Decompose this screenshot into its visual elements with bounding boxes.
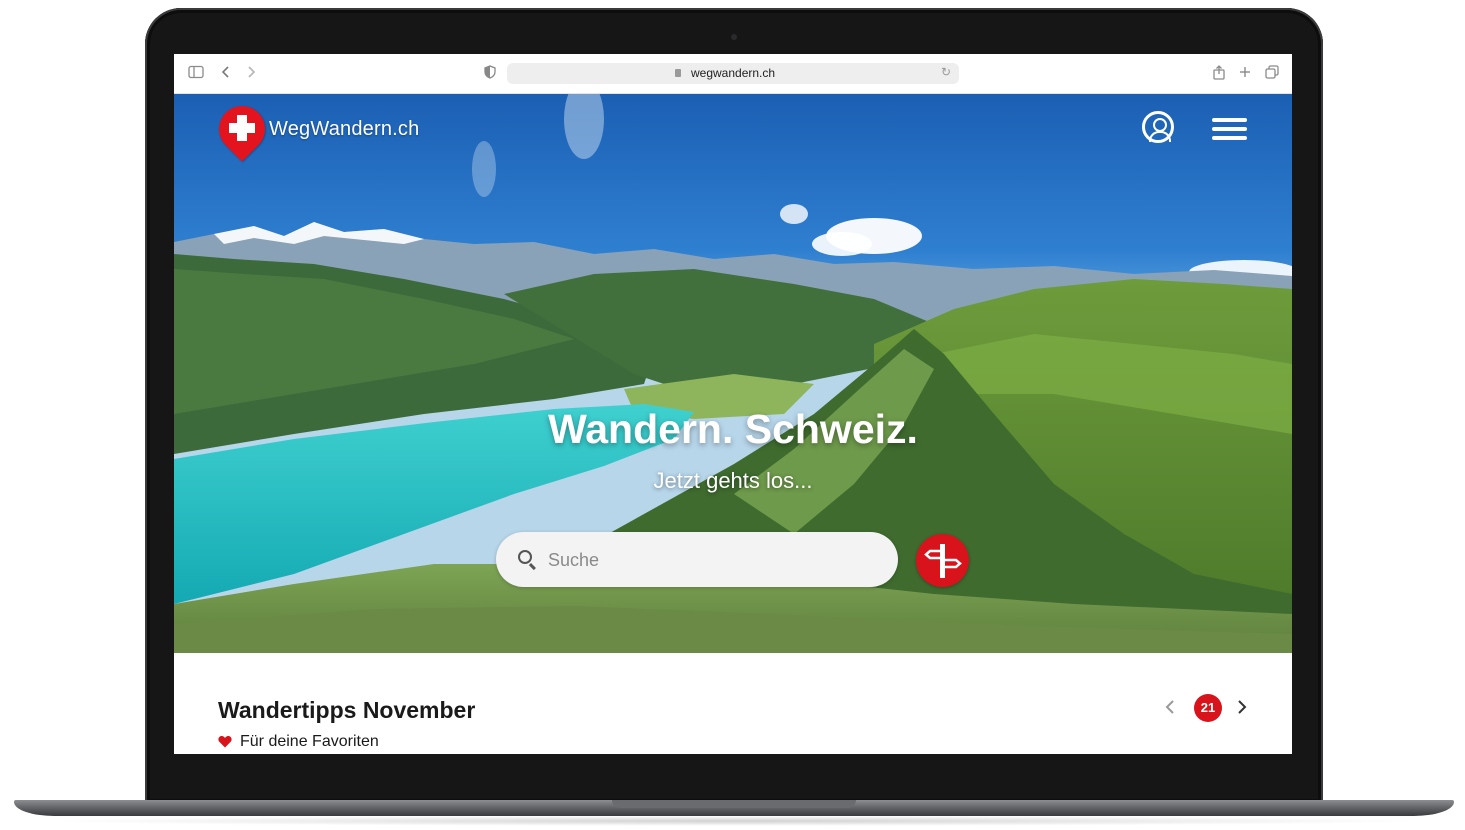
user-icon-head [1153, 118, 1167, 132]
new-tab-icon[interactable] [1239, 65, 1251, 81]
signpost-icon[interactable] [916, 534, 969, 587]
search-input[interactable] [546, 546, 880, 574]
user-icon[interactable] [1142, 111, 1174, 143]
share-icon[interactable] [1213, 65, 1225, 83]
site-logo[interactable]: WegWandern.ch [209, 96, 439, 168]
search-icon [518, 550, 532, 564]
forward-icon[interactable] [246, 65, 256, 82]
chevron-right-icon[interactable] [1236, 696, 1248, 722]
heart-icon [218, 735, 232, 749]
menu-line [1212, 127, 1247, 131]
section-subtitle: Für deine Favoriten [240, 733, 379, 750]
swiss-cross [226, 112, 258, 144]
chevron-left-icon[interactable] [1164, 696, 1176, 722]
shield-icon[interactable] [484, 65, 496, 82]
tabs-icon[interactable] [1265, 65, 1279, 82]
url-text: wegwandern.ch [691, 66, 776, 80]
section-subtitle-row: Für deine Favoriten [218, 733, 379, 751]
address-bar[interactable]: wegwandern.ch ↻ [507, 63, 959, 84]
hero-banner: WegWandern.ch Wandern. Schweiz. Jetzt ge… [174, 94, 1292, 653]
back-icon[interactable] [221, 65, 231, 82]
logo-text: WegWandern.ch [269, 118, 420, 140]
menu-line [1212, 136, 1247, 140]
laptop-screen: wegwandern.ch ↻ WegWandern.ch Wandern. S… [174, 54, 1292, 754]
content-section: Wandertipps November Für deine Favoriten… [174, 653, 1292, 754]
count-badge: 21 [1194, 694, 1222, 722]
menu-line [1212, 118, 1247, 122]
section-title: Wandertipps November [218, 697, 476, 723]
reload-icon[interactable]: ↻ [941, 65, 951, 79]
hero-subtitle: Jetzt gehts los... [653, 468, 813, 493]
browser-toolbar: wegwandern.ch ↻ [174, 54, 1292, 94]
sidebar-icon[interactable] [188, 65, 204, 82]
search-bar[interactable] [496, 532, 898, 587]
lock-icon [675, 69, 681, 77]
user-icon-body [1149, 131, 1171, 142]
laptop-shadow [40, 816, 1430, 826]
hero-title: Wandern. Schweiz. [548, 406, 918, 452]
webcam [731, 34, 737, 40]
hamburger-menu-icon[interactable] [1212, 118, 1247, 140]
laptop-hinge-notch [612, 800, 856, 808]
